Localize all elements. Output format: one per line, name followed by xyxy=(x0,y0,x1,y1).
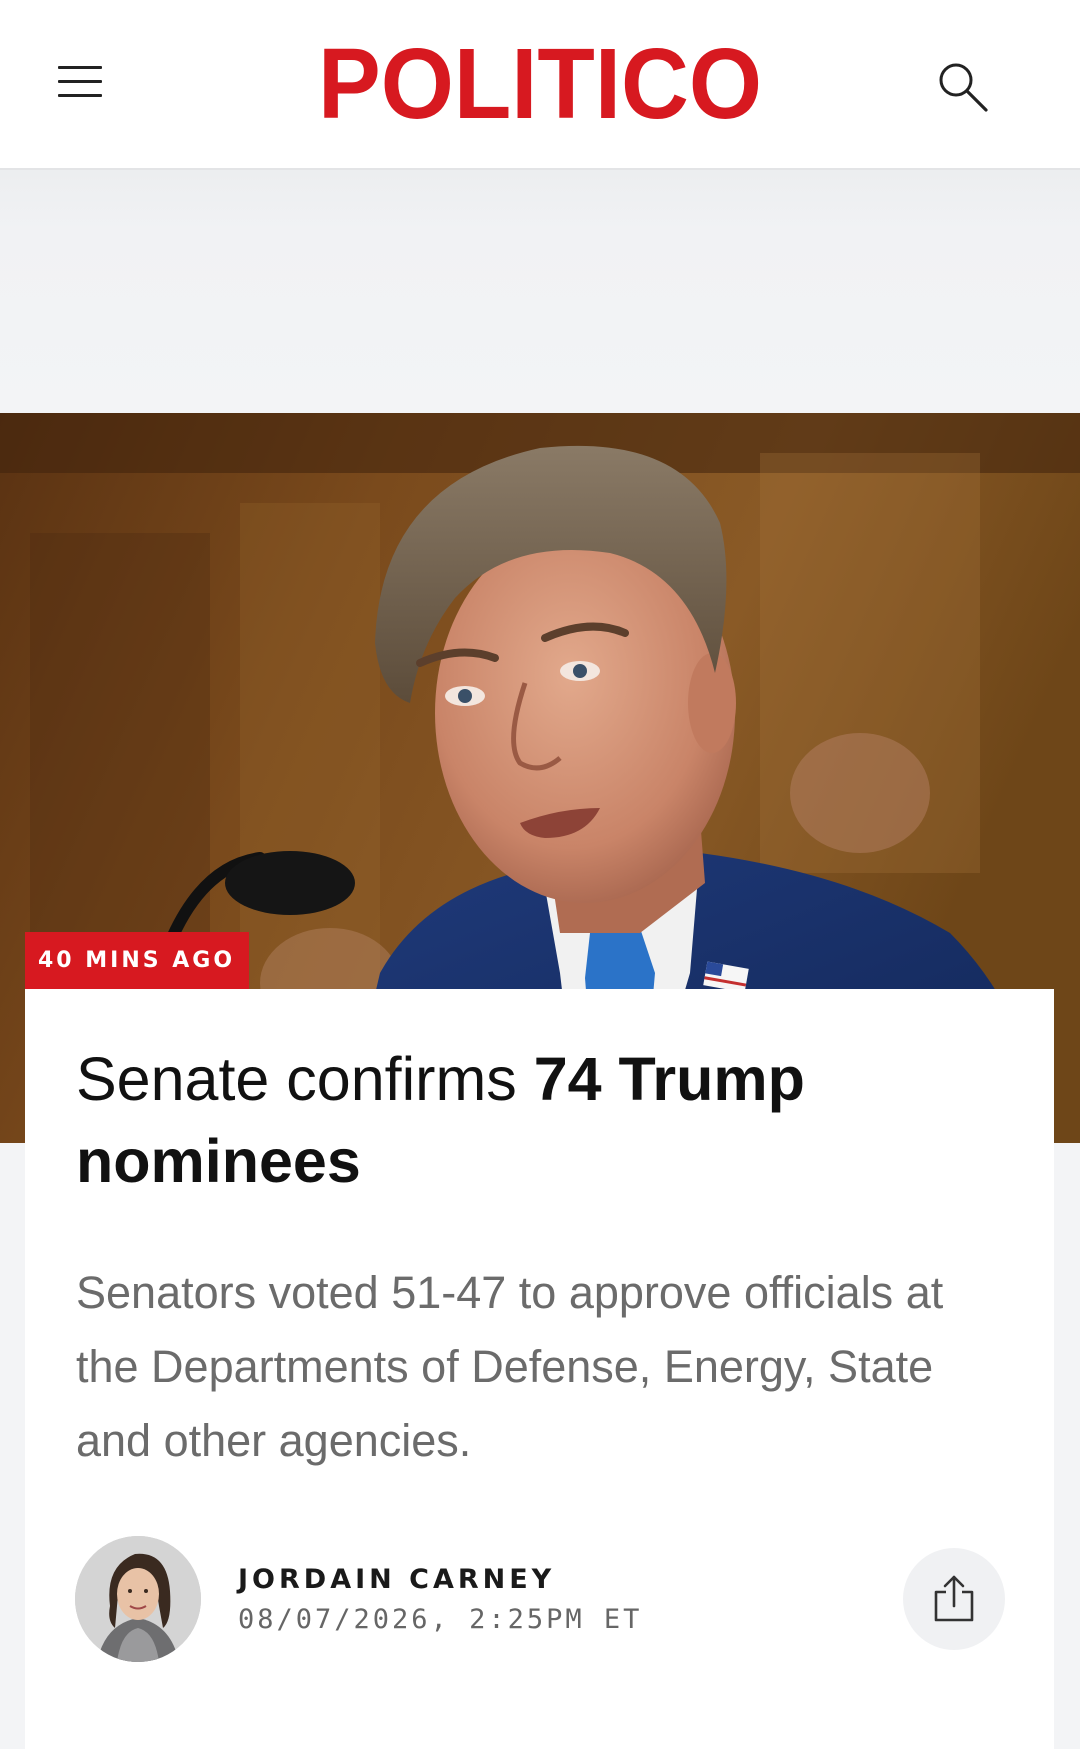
article-headline[interactable]: Senate confirms 74 Trump nominees xyxy=(76,1038,976,1202)
timestamp-badge: 40 MINS AGO xyxy=(25,932,250,989)
ad-placeholder xyxy=(0,170,1080,414)
politico-logo[interactable]: POLITICO xyxy=(316,38,764,126)
author-name[interactable]: JORDAIN CARNEY xyxy=(238,1564,555,1595)
search-icon[interactable] xyxy=(936,60,990,114)
share-button[interactable] xyxy=(903,1548,1005,1650)
headline-regular: Senate confirms xyxy=(76,1045,534,1113)
share-icon xyxy=(934,1575,974,1622)
logo-text: POLITICO xyxy=(318,38,762,126)
article-dek: Senators voted 51-47 to approve official… xyxy=(76,1267,944,1466)
hamburger-menu-icon[interactable] xyxy=(58,62,104,100)
author-avatar[interactable] xyxy=(75,1536,201,1662)
publish-date: 08/07/2026, 2:25PM ET xyxy=(238,1604,643,1635)
site-header: POLITICO xyxy=(0,0,1080,170)
